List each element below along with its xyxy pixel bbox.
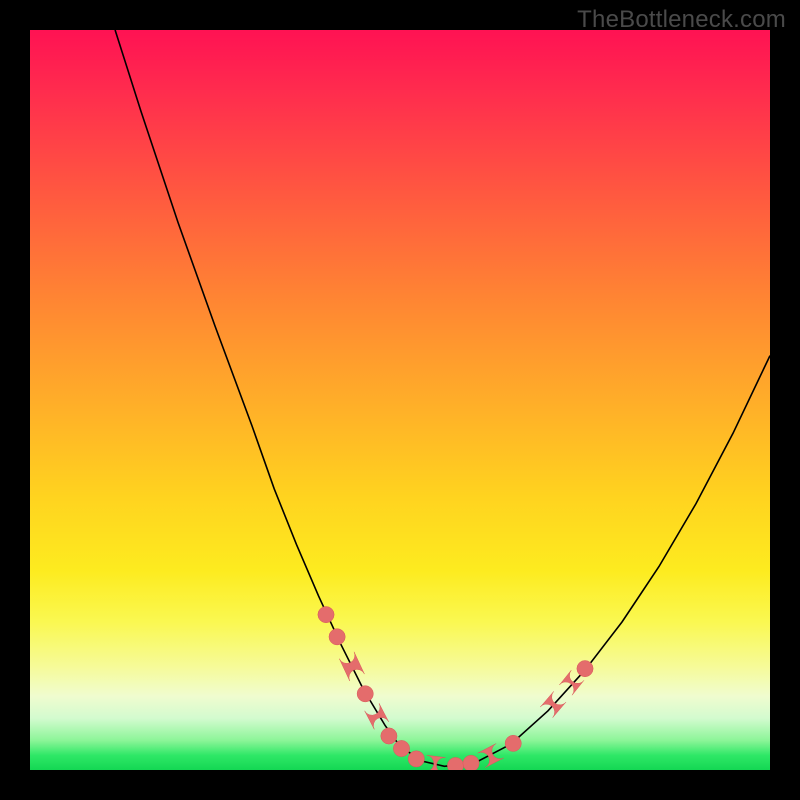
curve-marker-pill (339, 652, 364, 681)
curve-marker-dot (577, 660, 593, 676)
curve-marker-dot (408, 751, 424, 767)
plot-area (30, 30, 770, 770)
bottleneck-curve (115, 30, 770, 766)
chart-container: TheBottleneck.com (0, 0, 800, 800)
curve-marker-dot (381, 728, 397, 744)
curve-marker-dot (318, 606, 334, 622)
curve-marker-dot (505, 735, 521, 751)
plot-svg (30, 30, 770, 770)
curve-marker-dot (463, 755, 479, 770)
curve-marker-dot (393, 740, 409, 756)
curve-marker-pill (478, 744, 504, 768)
curve-marker-dot (357, 686, 373, 702)
marker-layer (318, 606, 593, 770)
curve-marker-dot (329, 629, 345, 645)
curve-marker-dot (447, 757, 463, 770)
